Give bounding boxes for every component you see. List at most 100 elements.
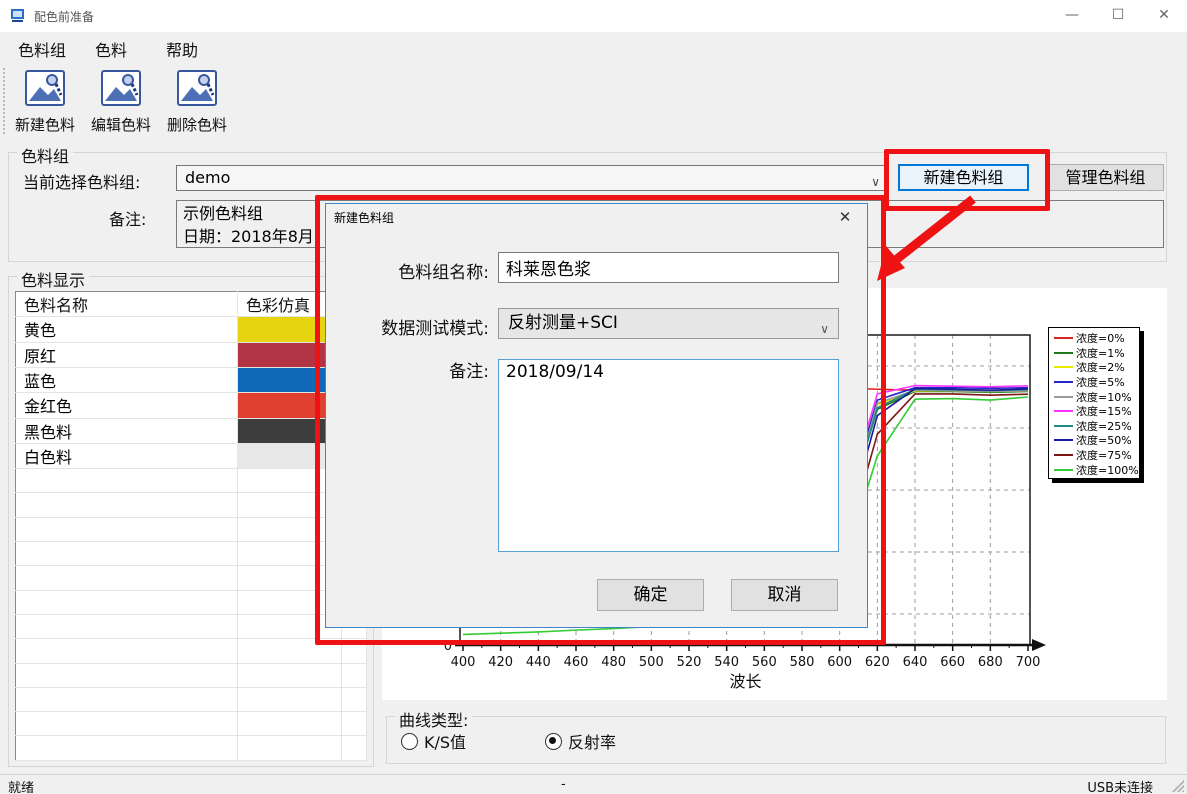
svg-text:680: 680	[978, 655, 1003, 670]
radio-label: K/S值	[424, 729, 466, 753]
svg-text:600: 600	[827, 655, 852, 670]
radio-ks-value[interactable]: K/S值	[401, 729, 466, 753]
legend-label: 浓度=25%	[1076, 418, 1132, 434]
toolbar-button-edit-colorant[interactable]: 编辑色料	[86, 66, 156, 138]
menu-item-colorant-group[interactable]: 色料组	[18, 37, 66, 61]
toolbar-button-delete-colorant[interactable]: 删除色料	[162, 66, 232, 138]
svg-text:560: 560	[752, 655, 777, 670]
table-empty-cell	[16, 639, 238, 663]
legend-label: 浓度=10%	[1076, 389, 1132, 405]
legend-label: 浓度=75%	[1076, 447, 1132, 463]
test-mode-select[interactable]: 反射测量+SCI ∨	[498, 308, 839, 339]
menu-item-help[interactable]: 帮助	[166, 37, 198, 61]
table-empty-cell	[16, 517, 238, 541]
legend-item: 浓度=2%	[1054, 360, 1139, 375]
svg-text:波长: 波长	[729, 672, 761, 691]
resize-grip[interactable]	[1172, 780, 1184, 792]
app-window: 配色前准备 — ☐ ✕ 色料组 色料 帮助 新建色料 编辑色料 删除色料	[0, 0, 1187, 794]
current-colorant-group-select[interactable]: demo ∨	[176, 165, 889, 191]
dialog-remark-label: 备注:	[344, 357, 489, 382]
svg-text:700: 700	[1016, 655, 1041, 670]
colorant-name-cell: 金红色	[16, 393, 238, 418]
table-empty-row	[16, 517, 367, 541]
radio-reflectance[interactable]: 反射率	[545, 729, 616, 753]
svg-text:660: 660	[940, 655, 965, 670]
table-empty-row	[16, 639, 367, 663]
menu-item-colorant[interactable]: 色料	[95, 37, 127, 61]
legend-item: 浓度=15%	[1054, 404, 1139, 419]
colorant-name-cell: 白色料	[16, 443, 238, 468]
svg-text:520: 520	[677, 655, 702, 670]
table-empty-cell	[16, 687, 238, 711]
table-empty-cell	[238, 639, 342, 663]
table-empty-cell	[342, 687, 367, 711]
dialog-title: 新建色料组	[334, 209, 394, 226]
svg-text:620: 620	[865, 655, 890, 670]
table-row[interactable]: 白色料	[16, 443, 367, 468]
table-empty-row	[16, 566, 367, 590]
table-empty-row	[16, 687, 367, 711]
group-title: 色料组	[17, 143, 73, 167]
minimize-button[interactable]: —	[1049, 0, 1095, 32]
legend-item: 浓度=5%	[1054, 375, 1139, 390]
group-curve-type: 曲线类型: K/S值 反射率	[386, 716, 1166, 764]
close-button[interactable]: ✕	[1141, 0, 1187, 32]
table-row[interactable]: 金红色	[16, 393, 367, 418]
table-header-cell: 色料名称	[16, 292, 238, 317]
legend-label: 浓度=2%	[1076, 359, 1125, 375]
app-icon	[10, 8, 26, 24]
table-empty-cell	[16, 590, 238, 614]
maximize-button[interactable]: ☐	[1095, 0, 1141, 32]
colorant-name-cell: 原红	[16, 342, 238, 367]
table-empty-row	[16, 712, 367, 736]
ok-button[interactable]: 确定	[597, 579, 704, 611]
svg-text:500: 500	[639, 655, 664, 670]
colorant-table[interactable]: 色料名称色彩仿真黄色原红蓝色金红色黑色料白色料	[15, 291, 367, 761]
colorant-table-body: 色料名称色彩仿真黄色原红蓝色金红色黑色料白色料	[16, 292, 367, 761]
table-empty-cell	[16, 493, 238, 517]
table-empty-cell	[342, 736, 367, 761]
legend-item: 浓度=50%	[1054, 433, 1139, 448]
new-colorant-group-button[interactable]: 新建色料组	[898, 164, 1029, 191]
status-bar: 就绪 - USB未连接	[0, 774, 1187, 794]
window-title: 配色前准备	[34, 8, 94, 25]
dialog-remark-textarea[interactable]: 2018/09/14	[498, 359, 839, 552]
legend-item: 浓度=10%	[1054, 389, 1139, 404]
manage-colorant-group-button[interactable]: 管理色料组	[1047, 164, 1164, 191]
legend-item: 浓度=1%	[1054, 346, 1139, 361]
svg-text:580: 580	[790, 655, 815, 670]
svg-text:0: 0	[444, 639, 452, 654]
toolbar-button-label: 删除色料	[162, 114, 232, 135]
table-empty-cell	[16, 712, 238, 736]
table-empty-cell	[342, 663, 367, 687]
table-empty-cell	[238, 736, 342, 761]
table-row[interactable]: 黄色	[16, 317, 367, 342]
test-mode-value: 反射测量+SCI	[508, 313, 618, 333]
chevron-down-icon: ∨	[820, 315, 829, 344]
colorant-name-cell: 黑色料	[16, 418, 238, 443]
menu-bar: 色料组 色料 帮助	[0, 32, 1187, 64]
radio-circle-icon	[401, 733, 418, 750]
table-header-row: 色料名称色彩仿真	[16, 292, 367, 317]
chart-legend: 浓度=0%浓度=1%浓度=2%浓度=5%浓度=10%浓度=15%浓度=25%浓度…	[1048, 327, 1140, 479]
chevron-down-icon: ∨	[871, 170, 880, 194]
radio-label: 反射率	[568, 729, 616, 753]
table-empty-cell	[16, 566, 238, 590]
table-row[interactable]: 蓝色	[16, 367, 367, 392]
dialog-close-icon[interactable]: ✕	[833, 207, 857, 227]
image-icon	[177, 68, 217, 108]
current-group-label: 当前选择色料组:	[23, 169, 140, 193]
svg-text:420: 420	[488, 655, 513, 670]
svg-text:400: 400	[451, 655, 476, 670]
status-usb: USB未连接	[1087, 777, 1153, 794]
group-name-input[interactable]	[498, 252, 839, 283]
cancel-button[interactable]: 取消	[731, 579, 838, 611]
table-row[interactable]: 黑色料	[16, 418, 367, 443]
table-row[interactable]: 原红	[16, 342, 367, 367]
status-center: -	[561, 777, 566, 792]
toolbar-button-new-colorant[interactable]: 新建色料	[10, 66, 80, 138]
test-mode-label: 数据测试模式:	[344, 314, 489, 339]
table-empty-cell	[16, 663, 238, 687]
image-icon	[101, 68, 141, 108]
new-colorant-group-dialog: 新建色料组 ✕ 色料组名称: 数据测试模式: 反射测量+SCI ∨ 备注: 20…	[325, 203, 868, 628]
